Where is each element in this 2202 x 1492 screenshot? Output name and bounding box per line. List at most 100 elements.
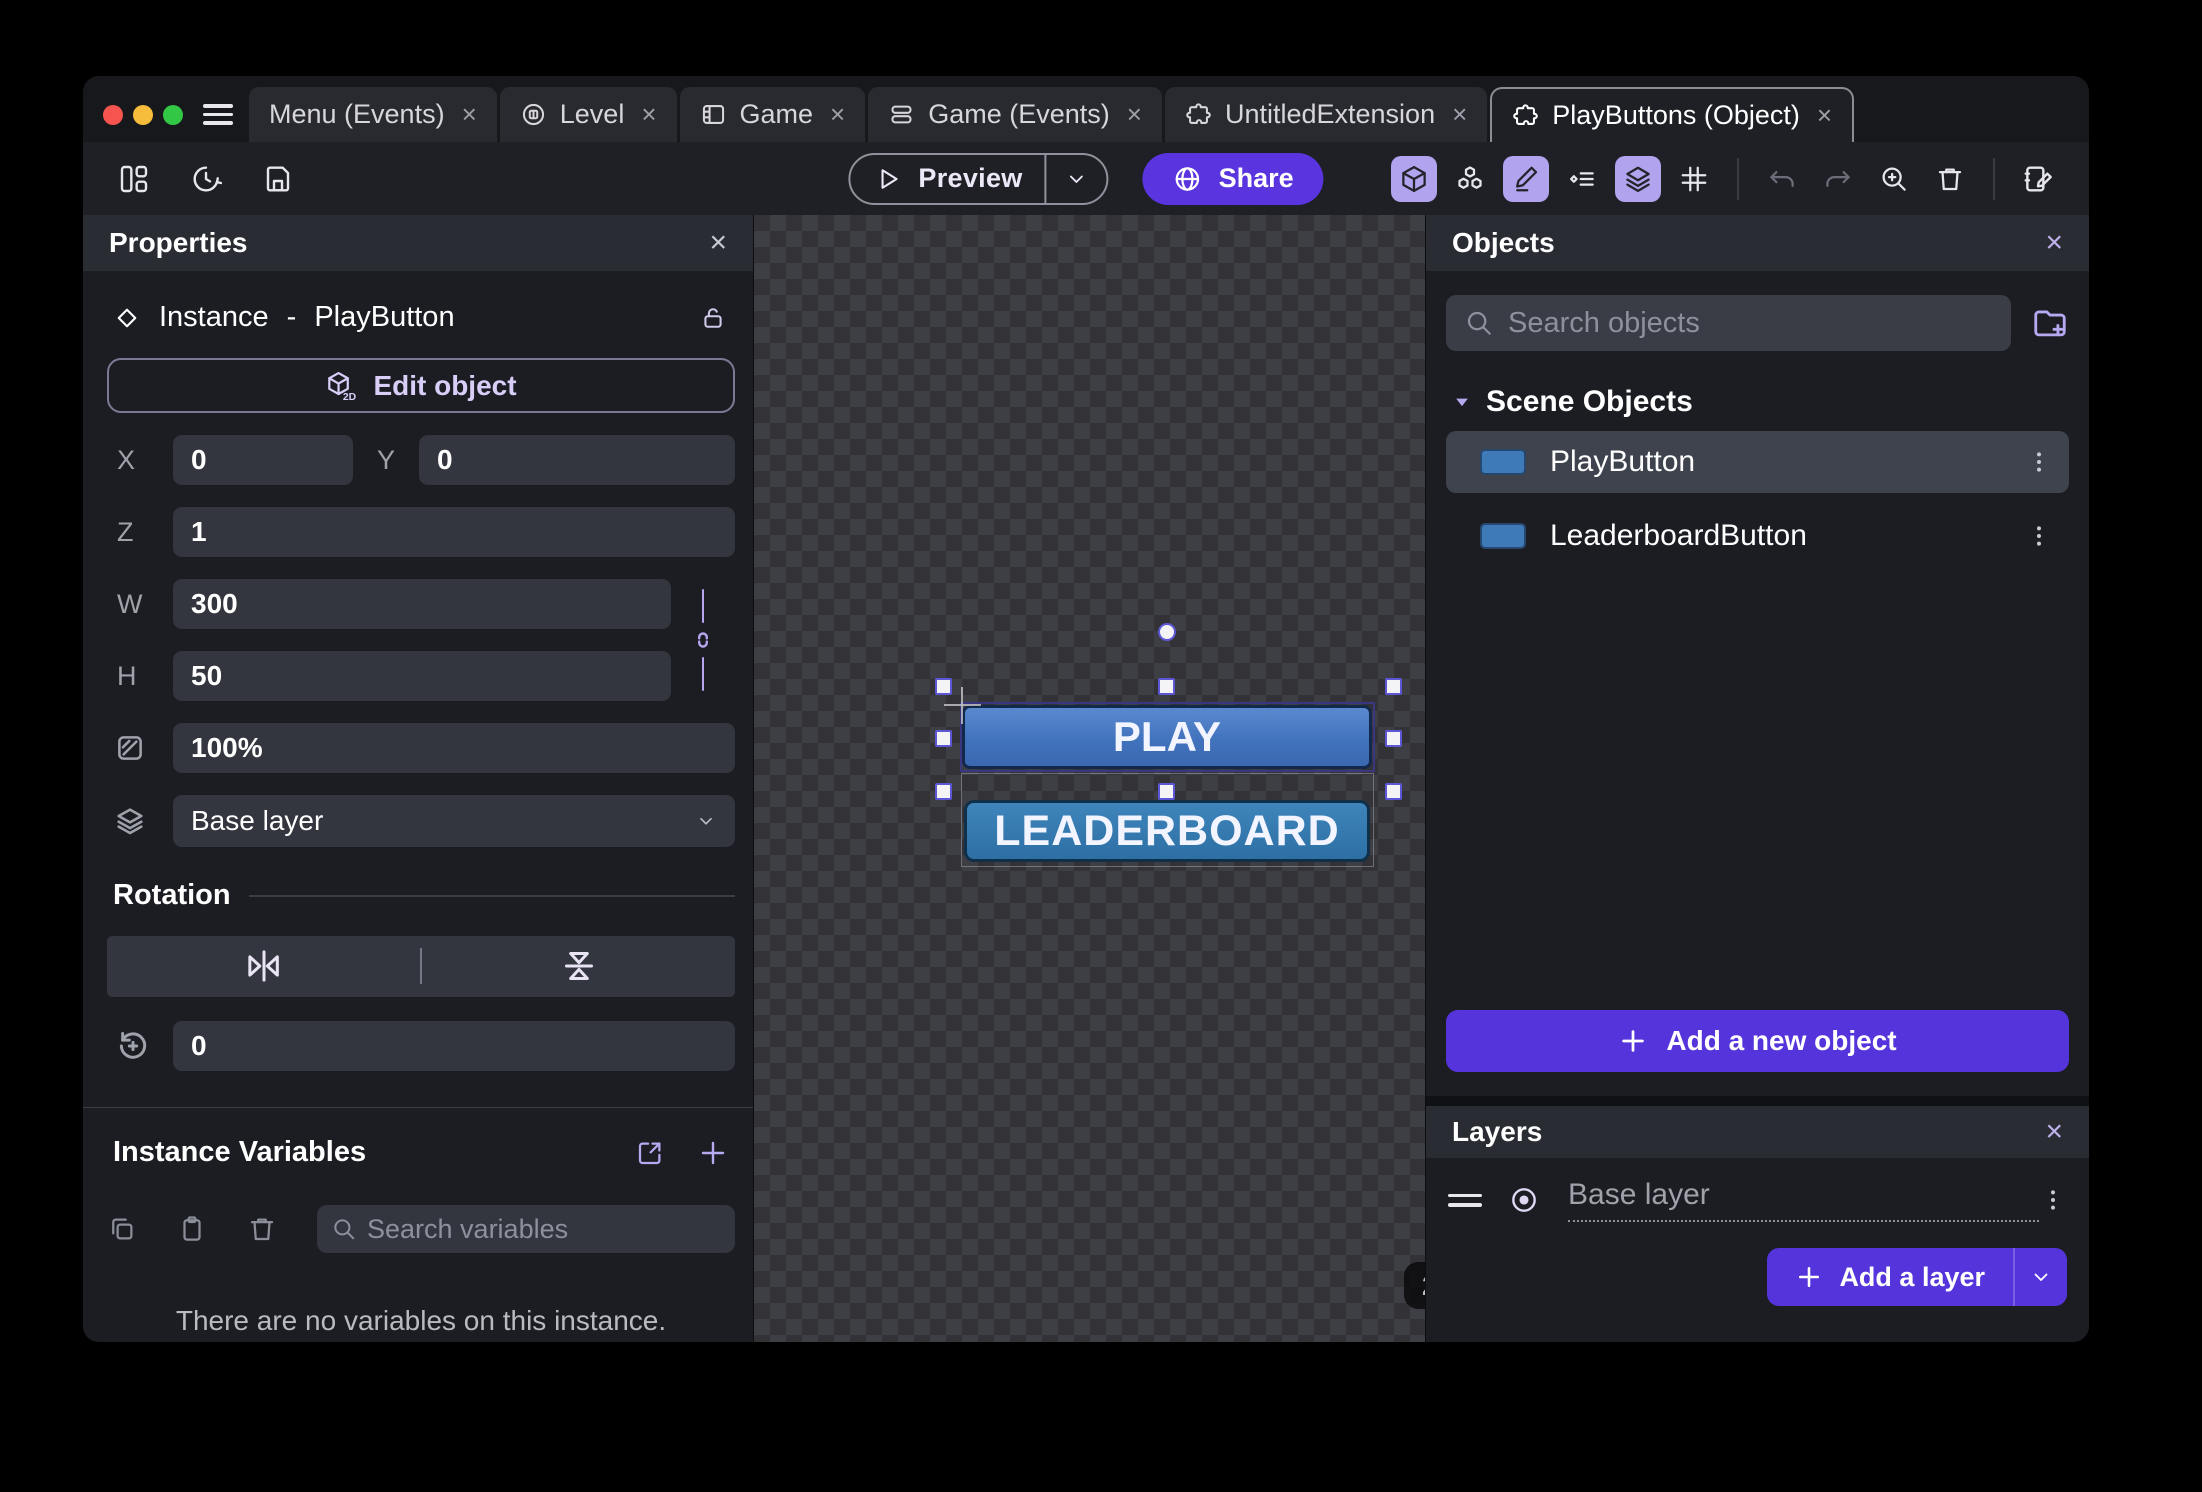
add-folder-icon[interactable]: [2031, 304, 2069, 342]
lock-aspect-ratio-toggle[interactable]: [671, 579, 735, 701]
rotate-handle[interactable]: [1158, 623, 1176, 641]
layer-select[interactable]: Base layer: [173, 795, 735, 847]
close-properties-icon[interactable]: ×: [709, 226, 727, 260]
tab-close-icon[interactable]: ×: [641, 99, 656, 130]
tab-label: Menu (Events): [269, 99, 445, 130]
close-layers-icon[interactable]: ×: [2045, 1115, 2063, 1149]
properties-panel-toggle-icon[interactable]: [1503, 156, 1549, 202]
z-input[interactable]: [173, 507, 735, 557]
toolbar-divider: [1993, 158, 1995, 200]
drag-handle-icon[interactable]: [1448, 1194, 1482, 1207]
tab-close-icon[interactable]: ×: [1452, 99, 1467, 130]
scene-objects-group-row[interactable]: Scene Objects: [1446, 385, 2069, 419]
object-row-leaderboardbutton[interactable]: LeaderboardButton: [1446, 505, 2069, 567]
flip-horizontal-button[interactable]: [107, 946, 420, 986]
object-thumbnail: [1480, 523, 1526, 549]
editor-window: Menu (Events) × Level × Game × Game (Eve…: [83, 76, 2089, 1342]
rotate-icon: [107, 1026, 173, 1066]
resize-handle-bottom-right[interactable]: [1385, 783, 1402, 800]
tab-close-icon[interactable]: ×: [1127, 99, 1142, 130]
save-icon[interactable]: [255, 156, 301, 202]
tab-close-icon[interactable]: ×: [1817, 100, 1832, 131]
z-label: Z: [107, 517, 173, 548]
edit-scene-properties-icon[interactable]: [2015, 156, 2061, 202]
layer-menu-icon[interactable]: [2039, 1186, 2067, 1214]
share-button[interactable]: Share: [1143, 153, 1324, 205]
trash-icon[interactable]: [247, 1214, 277, 1244]
svg-text:2D: 2D: [343, 392, 357, 402]
tab-untitled-extension[interactable]: UntitledExtension ×: [1165, 87, 1487, 142]
preview-options-dropdown[interactable]: [1045, 155, 1107, 203]
grid-icon[interactable]: [1671, 156, 1717, 202]
leaderboardbutton-instance[interactable]: LEADERBOARD: [964, 800, 1370, 862]
tab-playbuttons-object[interactable]: PlayButtons (Object) ×: [1490, 87, 1854, 142]
y-input[interactable]: [419, 435, 735, 485]
resize-handle-bottom-left[interactable]: [935, 783, 952, 800]
layer-name-field[interactable]: Base layer: [1568, 1178, 2039, 1222]
tab-close-icon[interactable]: ×: [830, 99, 845, 130]
collapse-triangle-icon[interactable]: [1452, 392, 1472, 412]
tab-game[interactable]: Game ×: [680, 87, 866, 142]
layer-row-base[interactable]: Base layer: [1448, 1172, 2067, 1228]
y-label: Y: [353, 445, 419, 476]
object-groups-icon[interactable]: [1447, 156, 1493, 202]
close-objects-icon[interactable]: ×: [2045, 226, 2063, 260]
resize-handle-top-right[interactable]: [1385, 678, 1402, 695]
width-row: W: [107, 579, 671, 629]
objects-panel-toggle-icon[interactable]: [1391, 156, 1437, 202]
object-menu-icon[interactable]: [2025, 522, 2053, 550]
redo-icon[interactable]: [1815, 156, 1861, 202]
object-menu-icon[interactable]: [2025, 448, 2053, 476]
playbutton-instance[interactable]: PLAY: [962, 705, 1372, 769]
open-in-dialog-icon[interactable]: [635, 1138, 665, 1168]
object-row-playbutton[interactable]: PlayButton: [1446, 431, 2069, 493]
preview-button[interactable]: Preview: [848, 153, 1108, 205]
add-layer-split-button: Add a layer: [1767, 1248, 2067, 1306]
history-icon[interactable]: [183, 156, 229, 202]
share-label: Share: [1219, 163, 1294, 194]
x-input[interactable]: [173, 435, 353, 485]
minimize-window-button[interactable]: [133, 105, 153, 125]
search-variables-input[interactable]: [367, 1214, 721, 1245]
layers-panel-toggle-icon[interactable]: [1615, 156, 1661, 202]
resize-handle-middle-right[interactable]: [1385, 730, 1402, 747]
width-input[interactable]: [173, 579, 671, 629]
add-variable-icon[interactable]: [697, 1137, 729, 1169]
tab-game-events[interactable]: Game (Events) ×: [868, 87, 1162, 142]
paste-icon[interactable]: [177, 1214, 207, 1244]
instances-list-icon[interactable]: [1559, 156, 1605, 202]
rotation-angle-input[interactable]: [173, 1021, 735, 1071]
layer-visibility-icon[interactable]: [1508, 1184, 1540, 1216]
main-menu-icon[interactable]: [203, 104, 233, 125]
rotation-divider: [249, 895, 735, 897]
add-layer-options-dropdown[interactable]: [2013, 1248, 2067, 1306]
unlock-icon[interactable]: [699, 304, 727, 332]
edit-object-button[interactable]: 2D Edit object: [107, 358, 735, 413]
undo-icon[interactable]: [1759, 156, 1805, 202]
scene-canvas[interactable]: PLAY LEADERBOARD 223;-138: [754, 215, 1425, 1342]
resize-handle-top-left[interactable]: [935, 678, 952, 695]
resize-handle-bottom-center[interactable]: [1158, 783, 1175, 800]
copy-icon[interactable]: [107, 1214, 137, 1244]
x-label: X: [107, 445, 173, 476]
flip-vertical-button[interactable]: [422, 946, 735, 986]
close-window-button[interactable]: [103, 105, 123, 125]
toolbar-center-group: Preview Share: [848, 153, 1323, 205]
toggle-panels-icon[interactable]: [111, 156, 157, 202]
delete-icon[interactable]: [1927, 156, 1973, 202]
panel-gap: [1426, 1096, 2089, 1106]
tab-level[interactable]: Level ×: [500, 87, 677, 142]
tab-menu-events[interactable]: Menu (Events) ×: [249, 87, 497, 142]
resize-handle-top-center[interactable]: [1158, 678, 1175, 695]
resize-handle-middle-left[interactable]: [935, 730, 952, 747]
zoom-in-icon[interactable]: [1871, 156, 1917, 202]
chain-link-icon: [690, 627, 716, 653]
puzzle-icon: [1512, 102, 1539, 129]
search-objects-input[interactable]: [1508, 307, 1993, 340]
zoom-window-button[interactable]: [163, 105, 183, 125]
tab-close-icon[interactable]: ×: [462, 99, 477, 130]
add-layer-button[interactable]: Add a layer: [1767, 1248, 2013, 1306]
height-input[interactable]: [173, 651, 671, 701]
add-new-object-button[interactable]: Add a new object: [1446, 1010, 2069, 1072]
opacity-input[interactable]: [173, 723, 735, 773]
